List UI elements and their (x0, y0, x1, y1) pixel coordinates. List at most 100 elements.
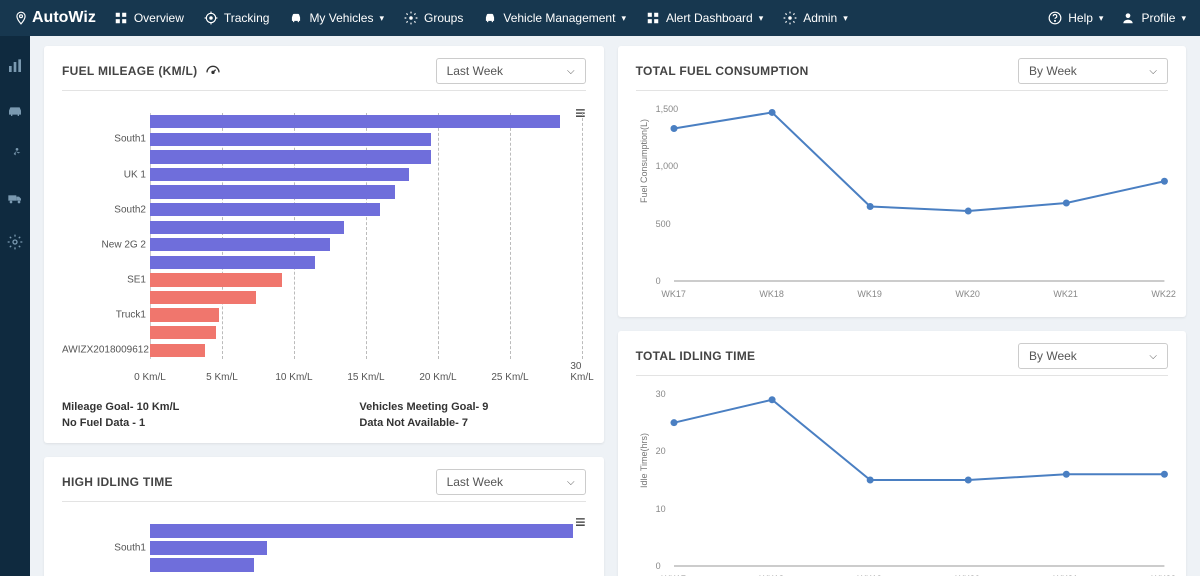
divider (62, 501, 586, 502)
barchart-icon[interactable] (7, 58, 23, 74)
card-header: TOTAL IDLING TIME By Week ⌵ (636, 343, 1168, 369)
data-point[interactable] (768, 109, 775, 116)
nav-overview[interactable]: Overview (114, 11, 184, 25)
card-title: FUEL MILEAGE (KM/L) (62, 64, 197, 78)
nav-alert-dashboard[interactable]: Alert Dashboard ▾ (646, 11, 763, 25)
bar[interactable] (150, 308, 219, 321)
data-point[interactable] (964, 208, 971, 215)
data-line (674, 112, 1164, 211)
bar[interactable] (150, 150, 431, 163)
high-idling-chart: ≡ South1 (62, 514, 586, 574)
nav-my-vehicles[interactable]: My Vehicles ▾ (289, 11, 384, 25)
y-axis-label: Fuel Consumption(L) (639, 119, 649, 203)
car-icon (289, 11, 303, 25)
x-tick: WK17 (661, 289, 686, 299)
nav-admin[interactable]: Admin ▾ (783, 11, 848, 25)
x-tick: WK18 (759, 289, 784, 299)
x-tick: WK22 (1151, 289, 1176, 299)
y-tick: 20 (656, 446, 666, 456)
fuel-mileage-card: FUEL MILEAGE (KM/L) Last Week ⌵ ≡ 0 Km/L… (44, 46, 604, 443)
card-title: TOTAL FUEL CONSUMPTION (636, 64, 809, 78)
grid-icon (114, 11, 128, 25)
bar[interactable] (150, 168, 409, 181)
data-point[interactable] (866, 477, 873, 484)
high-idling-card: HIGH IDLING TIME Last Week ⌵ ≡ South1 (44, 457, 604, 576)
data-point[interactable] (670, 125, 677, 132)
brand[interactable]: AutoWiz (14, 9, 96, 27)
nav-help[interactable]: Help ▾ (1048, 11, 1103, 25)
select-value: Last Week (447, 64, 503, 78)
x-tick: WK19 (857, 289, 882, 299)
data-point[interactable] (1062, 200, 1069, 207)
chevron-down-icon: ⌵ (567, 66, 575, 77)
bar[interactable] (150, 203, 380, 216)
grid-icon (646, 11, 660, 25)
nav-vehicle-management[interactable]: Vehicle Management ▾ (483, 11, 626, 25)
y-category: New 2G 2 (62, 239, 146, 250)
right-column: TOTAL FUEL CONSUMPTION By Week ⌵ Fuel Co… (618, 46, 1186, 566)
period-select[interactable]: By Week ⌵ (1018, 343, 1168, 369)
x-tick: 25 Km/L (491, 372, 528, 383)
data-point[interactable] (768, 396, 775, 403)
data-point[interactable] (866, 203, 873, 210)
chevron-down-icon: ▾ (759, 13, 764, 24)
data-point[interactable] (1062, 471, 1069, 478)
bar[interactable] (150, 133, 431, 146)
bar[interactable] (150, 524, 573, 538)
select-value: Last Week (447, 475, 503, 489)
data-line (674, 400, 1164, 480)
fuel-consumption-card: TOTAL FUEL CONSUMPTION By Week ⌵ Fuel Co… (618, 46, 1186, 317)
data-point[interactable] (1160, 471, 1167, 478)
card-header: TOTAL FUEL CONSUMPTION By Week ⌵ (636, 58, 1168, 84)
idling-time-card: TOTAL IDLING TIME By Week ⌵ Idle Time(hr… (618, 331, 1186, 576)
select-value: By Week (1029, 64, 1077, 78)
card-title: HIGH IDLING TIME (62, 475, 173, 489)
truck-icon[interactable] (7, 190, 23, 206)
bar[interactable] (150, 238, 330, 251)
y-category: SE1 (62, 274, 146, 285)
y-axis-label: Idle Time(hrs) (639, 433, 649, 488)
running-icon[interactable] (7, 146, 23, 162)
data-point[interactable] (670, 419, 677, 426)
period-select[interactable]: By Week ⌵ (1018, 58, 1168, 84)
y-category: AWIZX2018009612 (62, 345, 146, 356)
period-select[interactable]: Last Week ⌵ (436, 58, 586, 84)
gauge-icon (205, 63, 221, 79)
period-select[interactable]: Last Week ⌵ (436, 469, 586, 495)
x-tick: WK21 (1053, 289, 1078, 299)
bar[interactable] (150, 256, 315, 269)
x-tick: 0 Km/L (134, 372, 166, 383)
vehicle-icon[interactable] (7, 102, 23, 118)
pin-icon (14, 11, 28, 25)
bar[interactable] (150, 541, 267, 555)
y-tick: 500 (656, 219, 671, 229)
settings-icon[interactable] (7, 234, 23, 250)
nav-items: Overview Tracking My Vehicles ▾ Groups V… (114, 11, 1048, 25)
bar[interactable] (150, 273, 282, 286)
nav-groups[interactable]: Groups (404, 11, 463, 25)
y-tick: 0 (656, 276, 661, 286)
y-category: South2 (62, 204, 146, 215)
gear-icon (783, 11, 797, 25)
user-icon (1121, 11, 1135, 25)
nav-profile[interactable]: Profile ▾ (1121, 11, 1186, 25)
bar[interactable] (150, 115, 560, 128)
data-point[interactable] (964, 477, 971, 484)
bar[interactable] (150, 221, 344, 234)
bar[interactable] (150, 558, 254, 572)
bar[interactable] (150, 326, 216, 339)
bar[interactable] (150, 291, 256, 304)
chevron-down-icon: ⌵ (567, 477, 575, 488)
x-tick: 15 Km/L (347, 372, 384, 383)
data-na: Data Not Available- 7 (359, 417, 488, 429)
bar[interactable] (150, 344, 205, 357)
nav-tracking[interactable]: Tracking (204, 11, 270, 25)
gear-icon (404, 11, 418, 25)
bar[interactable] (150, 185, 395, 198)
divider (62, 90, 586, 91)
data-point[interactable] (1160, 178, 1167, 185)
y-category: UK 1 (62, 169, 146, 180)
chevron-down-icon: ▾ (379, 13, 384, 24)
fuel-mileage-chart: ≡ 0 Km/L5 Km/L10 Km/L15 Km/L20 Km/L25 Km… (62, 103, 586, 383)
help-icon (1048, 11, 1062, 25)
